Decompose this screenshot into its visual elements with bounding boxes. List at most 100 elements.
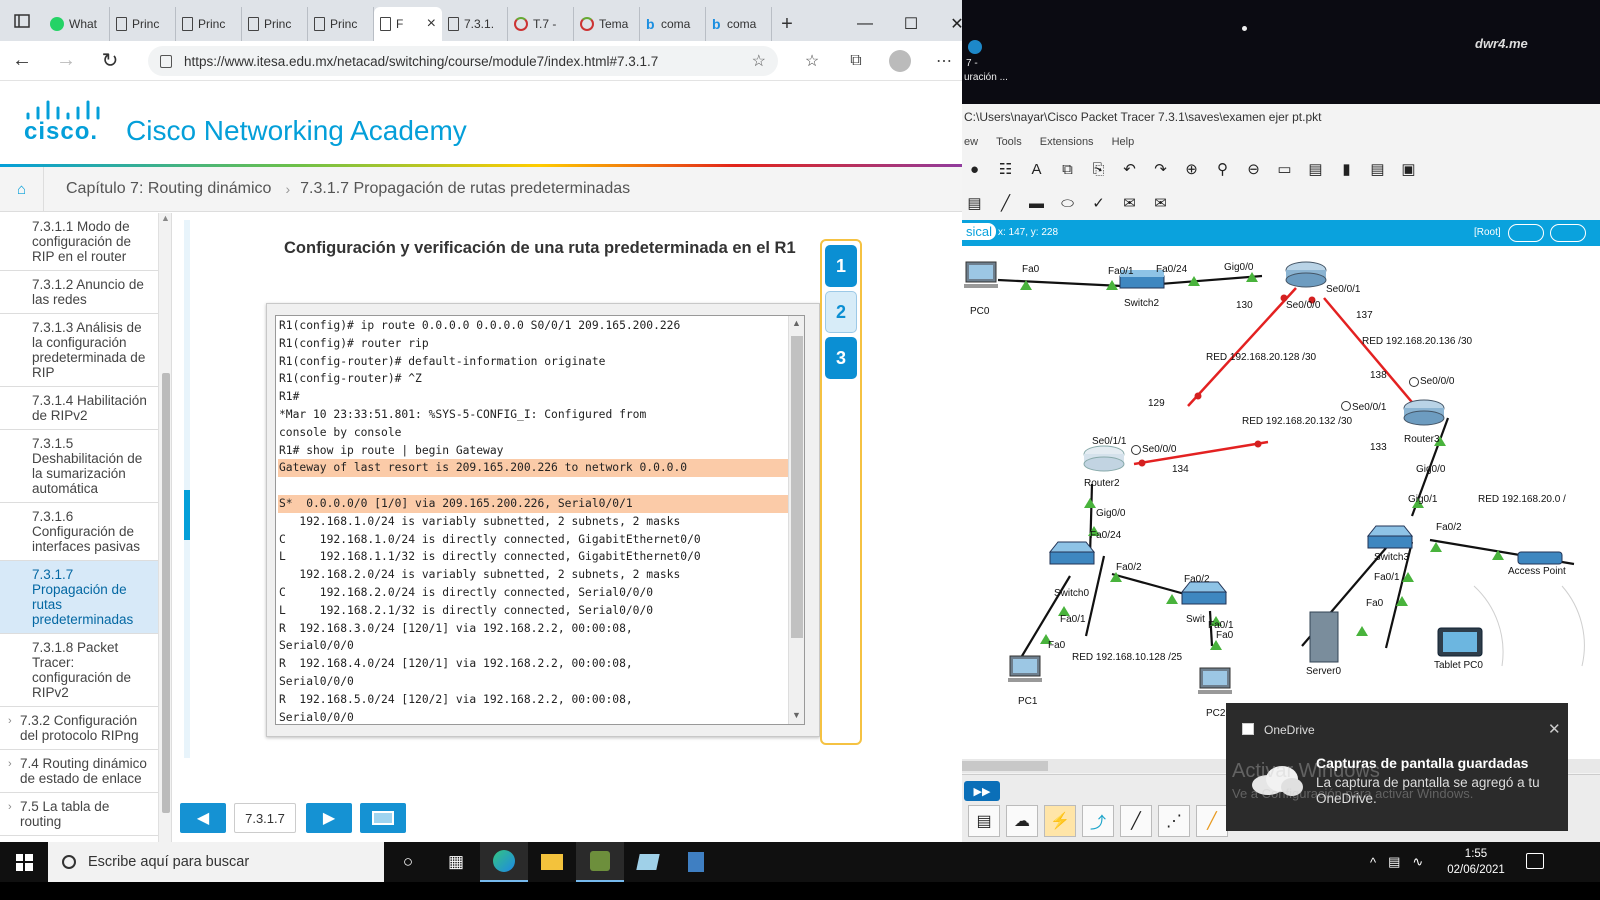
browser-tab[interactable]: 7.3.1. — [442, 7, 508, 41]
pc0-icon[interactable] — [964, 261, 998, 288]
tab-actions-button[interactable] — [0, 0, 44, 41]
zoom-out-icon[interactable]: ⊖ — [1243, 159, 1264, 180]
copy-icon[interactable]: ⧉ — [1057, 159, 1078, 180]
fast-forward-button[interactable]: ▶▶ — [964, 781, 1000, 801]
menu-help[interactable]: Help — [1112, 136, 1135, 148]
switch3-icon[interactable] — [1366, 525, 1414, 549]
favorite-star-icon[interactable]: ☆ — [752, 51, 766, 71]
tablet-icon[interactable] — [1437, 627, 1483, 657]
root-label[interactable]: [Root] — [1474, 227, 1501, 238]
switch0-icon[interactable] — [1048, 541, 1096, 565]
drawing-palette-icon[interactable]: ▭ — [1274, 159, 1295, 180]
browser-tab[interactable]: b coma — [706, 7, 772, 41]
close-tab-icon[interactable]: × — [427, 15, 436, 33]
undo-icon[interactable]: ↶ — [1119, 159, 1140, 180]
start-button[interactable] — [0, 842, 48, 882]
connections-icon[interactable]: ⚡ — [1044, 805, 1076, 837]
router3-icon[interactable] — [1403, 399, 1445, 426]
sidebar-section[interactable]: › 7.4 Routing dinámico de estado de enlac… — [0, 750, 158, 793]
freeform-tool-icon[interactable]: ✓ — [1088, 193, 1109, 214]
sidebar-section[interactable]: › 7.3.2 Configuración del protocolo RIPng — [0, 707, 158, 750]
chevron-up-icon[interactable]: ^ — [1370, 855, 1376, 870]
step-2-button[interactable]: 2 — [825, 291, 857, 333]
info-icon[interactable]: ● — [964, 159, 985, 180]
terminal-scrollbar[interactable]: ▲ ▼ — [788, 316, 804, 724]
minimize-button[interactable]: — — [842, 15, 888, 33]
note-icon[interactable]: ▤ — [964, 193, 985, 214]
wifi-icon[interactable]: ∿ — [1412, 854, 1423, 870]
cortana-icon[interactable]: ○ — [384, 842, 432, 882]
rectangle-tool-icon[interactable]: ▬ — [1026, 193, 1047, 214]
topology-canvas[interactable]: PC0 Fa0 Fa0/1 Fa0/24 Switch2 Gig0/0 Se0/… — [962, 246, 1600, 772]
reload-button[interactable]: ↻ — [88, 48, 132, 73]
profile-avatar[interactable] — [889, 50, 911, 72]
close-notification-icon[interactable]: ✕ — [1548, 720, 1561, 738]
action-center-icon[interactable] — [1526, 853, 1544, 869]
task-view-icon[interactable]: ▦ — [432, 842, 480, 882]
sidebar-item[interactable]: 7.3.1.8 Packet Tracer: configuración de … — [0, 634, 158, 707]
page-number[interactable]: 7.3.1.7 — [234, 803, 296, 833]
pdu-icon[interactable]: ✉ — [1119, 193, 1140, 214]
network-devices-icon[interactable]: ▤ — [968, 805, 1000, 837]
straight-cable-icon[interactable]: ╱ — [1120, 805, 1152, 837]
fiber-cable-icon[interactable]: ╱ — [1196, 805, 1228, 837]
activity-wizard-icon[interactable]: A — [1026, 159, 1047, 180]
browser-tab[interactable]: b coma — [640, 7, 706, 41]
server0-icon[interactable] — [1309, 611, 1339, 663]
browser-tab[interactable]: Tema — [574, 7, 640, 41]
step-1-button[interactable]: 1 — [825, 245, 857, 287]
sidebar-item[interactable]: 7.3.1.2 Anuncio de las redes — [0, 271, 158, 314]
access-point-icon[interactable] — [1517, 551, 1563, 565]
collections-icon[interactable]: ⧉ — [834, 52, 878, 70]
menu-view[interactable]: ew — [964, 136, 978, 148]
sidebar-item[interactable]: 7.3.1.4 Habilitación de RIPv2 — [0, 387, 158, 430]
ellipse-tool-icon[interactable]: ⬭ — [1057, 193, 1078, 214]
pc2-icon[interactable] — [1198, 667, 1232, 694]
sidebar-item[interactable]: 7.3.1.5 Deshabilitación de la sumarizaci… — [0, 430, 158, 503]
zoom-reset-icon[interactable]: ⚲ — [1212, 159, 1233, 180]
cloud-device-icon[interactable]: ☁ — [1006, 805, 1038, 837]
breadcrumb-chapter[interactable]: Capítulo 7: Routing dinámico — [44, 180, 271, 198]
scroll-up-icon[interactable]: ▲ — [792, 318, 801, 328]
redo-icon[interactable]: ↷ — [1150, 159, 1171, 180]
zoom-in-icon[interactable]: ⊕ — [1181, 159, 1202, 180]
menu-tools[interactable]: Tools — [996, 136, 1022, 148]
maximize-button[interactable]: ☐ — [888, 14, 934, 34]
browser-tab[interactable]: Princ — [176, 7, 242, 41]
line-tool-icon[interactable]: ╱ — [995, 193, 1016, 214]
sidebar-section[interactable]: › 7.5 La tabla de routing — [0, 793, 158, 836]
browser-tab[interactable]: T.7 - — [508, 7, 574, 41]
taskbar-search[interactable]: Escribe aquí para buscar — [48, 842, 384, 882]
back-button[interactable]: ← — [0, 49, 44, 72]
network-status-icon[interactable]: ▤ — [1388, 854, 1400, 870]
paste-icon[interactable]: ⎘ — [1088, 159, 1109, 180]
router1-icon[interactable] — [1285, 261, 1327, 288]
screenshot-icon[interactable]: ▣ — [1398, 159, 1419, 180]
crossover-cable-icon[interactable]: ⋰ — [1158, 805, 1190, 837]
browser-tab[interactable]: Princ — [308, 7, 374, 41]
fullscreen-button[interactable] — [360, 803, 406, 833]
previous-page-button[interactable]: ◀ — [180, 803, 226, 833]
more-menu-icon[interactable]: ⋯ — [922, 51, 966, 71]
complex-pdu-icon[interactable]: ✉ — [1150, 193, 1171, 214]
desktop-shortcut-icon[interactable] — [968, 40, 982, 54]
cluster-icon[interactable]: ▤ — [1367, 159, 1388, 180]
scroll-up-icon[interactable]: ▲ — [161, 213, 170, 223]
system-clock[interactable]: 1:55 02/06/2021 — [1436, 846, 1516, 878]
calculator-icon[interactable] — [672, 842, 720, 882]
console-cable-icon[interactable]: ⤴ — [1082, 805, 1114, 837]
device-list-icon[interactable]: ▮ — [1336, 159, 1357, 180]
sidebar-item[interactable]: 7.3.1.3 Análisis de la configuración pre… — [0, 314, 158, 387]
file-explorer-icon[interactable] — [528, 842, 576, 882]
forward-button[interactable]: → — [44, 49, 88, 72]
custom-device-icon[interactable]: ▤ — [1305, 159, 1326, 180]
browser-tab[interactable]: Princ — [110, 7, 176, 41]
sidebar-item[interactable]: 7.3.1.7 Propagación de rutas predetermin… — [0, 561, 158, 634]
terminal-scroll-thumb[interactable] — [791, 336, 803, 638]
sidebar-scrollbar[interactable]: ▲ ▼ — [158, 213, 171, 858]
step-3-button[interactable]: 3 — [825, 337, 857, 379]
next-page-button[interactable]: ▶ — [306, 803, 352, 833]
pc1-icon[interactable] — [1008, 655, 1042, 682]
browser-tab[interactable]: F × — [374, 7, 442, 41]
browser-tab[interactable]: What — [44, 7, 110, 41]
